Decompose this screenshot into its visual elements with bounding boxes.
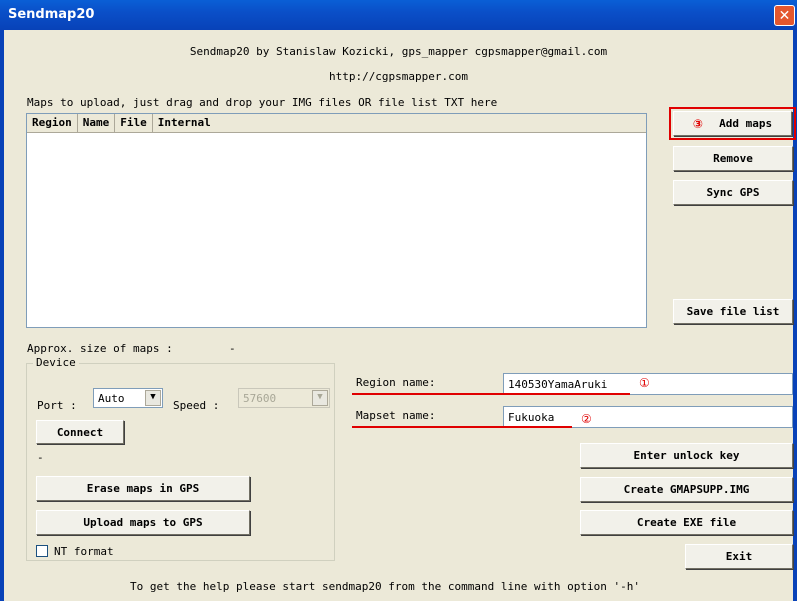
mapset-name-value: Fukuoka bbox=[508, 411, 555, 424]
save-file-list-button[interactable]: Save file list bbox=[673, 299, 793, 324]
connect-button[interactable]: Connect bbox=[36, 420, 124, 444]
exit-button[interactable]: Exit bbox=[685, 544, 793, 569]
port-label: Port : bbox=[37, 399, 77, 412]
mapset-underline bbox=[352, 426, 572, 428]
step-1-marker: ① bbox=[639, 376, 650, 390]
mapset-name-input[interactable]: Fukuoka bbox=[503, 406, 793, 428]
approx-size-label: Approx. size of maps : bbox=[27, 342, 173, 355]
speed-select: 57600 ▼ bbox=[238, 388, 330, 408]
nt-format-checkbox[interactable] bbox=[36, 545, 48, 557]
url-text: http://cgpsmapper.com bbox=[328, 70, 469, 83]
erase-maps-button[interactable]: Erase maps in GPS bbox=[36, 476, 250, 501]
port-value: Auto bbox=[98, 392, 125, 405]
sync-gps-button[interactable]: Sync GPS bbox=[673, 180, 793, 205]
approx-size-value: - bbox=[229, 342, 236, 355]
region-name-value: 140530YamaAruki bbox=[508, 378, 608, 391]
column-region[interactable]: Region bbox=[27, 114, 78, 132]
step-3-marker: ③ bbox=[692, 116, 704, 131]
step-2-marker: ② bbox=[581, 412, 592, 426]
speed-label: Speed : bbox=[173, 399, 220, 412]
create-exe-button[interactable]: Create EXE file bbox=[580, 510, 793, 535]
footer-help-text: To get the help please start sendmap20 f… bbox=[130, 580, 640, 593]
remove-button[interactable]: Remove bbox=[673, 146, 793, 171]
add-maps-button[interactable]: ③ Add maps bbox=[673, 111, 792, 136]
column-internal[interactable]: Internal bbox=[153, 114, 216, 132]
upload-maps-button[interactable]: Upload maps to GPS bbox=[36, 510, 250, 535]
speed-value: 57600 bbox=[243, 392, 277, 405]
region-underline bbox=[352, 393, 630, 395]
enter-unlock-key-button[interactable]: Enter unlock key bbox=[580, 443, 793, 468]
port-select[interactable]: Auto ▼ bbox=[93, 388, 163, 408]
credits-text: Sendmap20 by Stanislaw Kozicki, gps_mapp… bbox=[189, 45, 608, 58]
add-maps-label: Add maps bbox=[719, 117, 773, 130]
mapset-name-label: Mapset name: bbox=[356, 409, 436, 422]
chevron-down-icon: ▼ bbox=[145, 390, 161, 406]
close-button[interactable]: ✕ bbox=[774, 5, 795, 26]
region-name-label: Region name: bbox=[356, 376, 436, 389]
window-frame-left bbox=[0, 30, 4, 601]
nt-format-label: NT format bbox=[54, 545, 114, 558]
column-file[interactable]: File bbox=[115, 114, 153, 132]
create-gmapsupp-button[interactable]: Create GMAPSUPP.IMG bbox=[580, 477, 793, 502]
window-title: Sendmap20 bbox=[8, 7, 95, 22]
list-header: Region Name File Internal bbox=[27, 114, 646, 133]
maps-listbox[interactable]: Region Name File Internal bbox=[26, 113, 647, 328]
chevron-down-icon: ▼ bbox=[312, 390, 328, 406]
device-group-label: Device bbox=[33, 356, 79, 369]
title-bar bbox=[0, 0, 797, 30]
connection-status: - bbox=[37, 451, 44, 464]
maps-list-label: Maps to upload, just drag and drop your … bbox=[27, 96, 498, 109]
column-name[interactable]: Name bbox=[78, 114, 116, 132]
